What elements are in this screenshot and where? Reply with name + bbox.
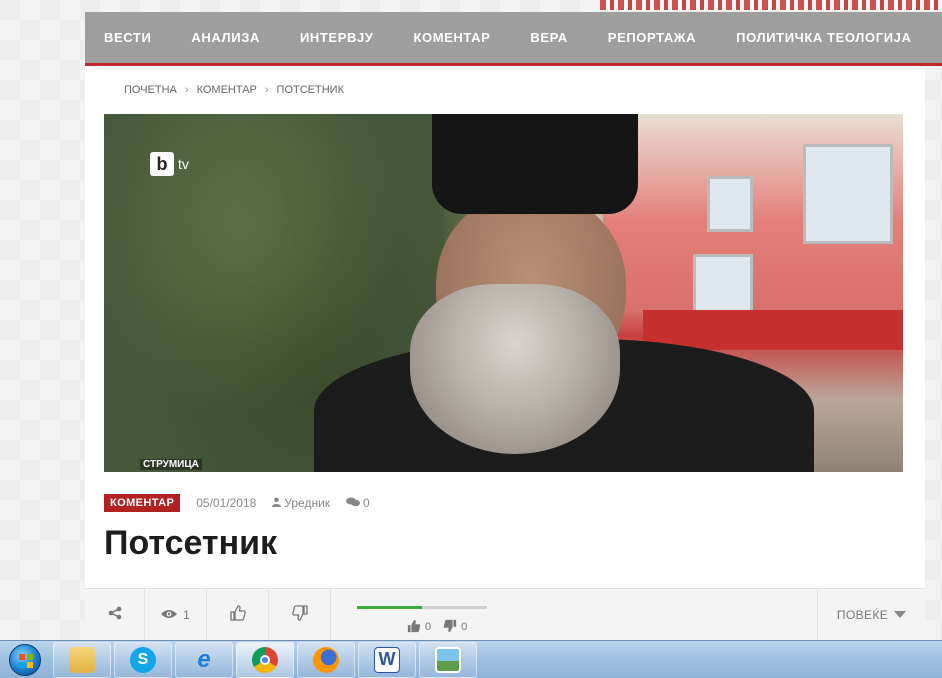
- nav-item-analiza[interactable]: АНАЛИЗА: [171, 30, 280, 45]
- taskbar-skype[interactable]: S: [114, 641, 172, 678]
- rating-bar: [357, 605, 487, 609]
- post-date: 05/01/2018: [196, 496, 256, 510]
- caret-down-icon: [894, 608, 907, 622]
- breadcrumb-category[interactable]: КОМЕНТАР: [197, 84, 257, 96]
- share-button[interactable]: [85, 588, 145, 641]
- hero-hat: [432, 114, 638, 214]
- hero-window: [693, 254, 753, 314]
- breadcrumb-current: ПОТСЕТНИК: [276, 84, 344, 96]
- category-badge[interactable]: КОМЕНТАР: [104, 494, 181, 512]
- thumbs-down-solid-icon: [443, 619, 457, 636]
- views-counter: 1: [145, 588, 207, 641]
- featured-image: b tv СТРУМИЦА: [104, 114, 903, 472]
- comments-icon: [346, 497, 361, 510]
- views-count: 1: [183, 607, 190, 622]
- article-title: Потсетник: [104, 524, 278, 562]
- thumbs-down-icon: [291, 605, 308, 624]
- btv-logo-b: b: [150, 152, 174, 176]
- more-label: ПОВЕЌЕ: [836, 607, 889, 622]
- thumbs-up-solid-icon: [407, 619, 421, 636]
- thumbs-up-icon: [229, 605, 246, 624]
- rating-widget: 0 0: [331, 589, 487, 641]
- internet-explorer-icon: e: [197, 645, 211, 673]
- taskbar-firefox[interactable]: [297, 641, 355, 678]
- rating-dislikes[interactable]: 0: [443, 619, 467, 636]
- rating-bar-fill: [357, 605, 422, 609]
- breadcrumb-separator-icon: ›: [184, 84, 189, 96]
- nav-item-politicka-teologija[interactable]: ПОЛИТИЧКА ТЕОЛОГИЈА: [716, 30, 931, 45]
- hero-awning: [643, 310, 903, 350]
- taskbar-image-viewer[interactable]: [419, 641, 477, 678]
- hero-beard: [410, 284, 620, 454]
- video-caption: СТРУМИЦА: [140, 459, 202, 470]
- like-button[interactable]: [207, 588, 269, 641]
- image-viewer-icon: [435, 646, 461, 673]
- post-author[interactable]: Уредник: [272, 496, 330, 510]
- post-comments[interactable]: 0: [346, 496, 370, 510]
- btv-logo-tv: tv: [178, 156, 189, 172]
- nav-item-reportaza[interactable]: РЕПОРТАЖА: [588, 30, 716, 45]
- header-ornament: [600, 0, 942, 10]
- user-icon: [272, 497, 282, 510]
- share-icon: [108, 606, 122, 623]
- breadcrumb-separator-icon: ›: [264, 84, 269, 96]
- breadcrumb-home[interactable]: ПОЧЕТНА: [124, 84, 177, 96]
- nav-item-komentar[interactable]: КОМЕНТАР: [393, 30, 510, 45]
- hero-window: [803, 144, 893, 244]
- hero-window: [707, 176, 753, 232]
- start-button[interactable]: [0, 641, 50, 678]
- windows-taskbar: S e W: [0, 640, 942, 678]
- dislike-button[interactable]: [269, 588, 331, 641]
- article-meta: КОМЕНТАР 05/01/2018 Уредник 0: [104, 494, 370, 512]
- post-date-text: 05/01/2018: [196, 496, 257, 510]
- taskbar-word[interactable]: W: [358, 641, 416, 678]
- taskbar-chrome[interactable]: [236, 641, 294, 678]
- chrome-icon: [252, 646, 278, 673]
- nav-item-intervju[interactable]: ИНТЕРВЈУ: [280, 30, 394, 45]
- rating-likes[interactable]: 0: [407, 619, 431, 636]
- post-author-text: Уредник: [284, 496, 331, 510]
- taskbar-internet-explorer[interactable]: e: [175, 641, 233, 678]
- firefox-icon: [313, 646, 339, 673]
- nav-item-vera[interactable]: ВЕРА: [510, 30, 587, 45]
- more-button[interactable]: ПОВЕЌЕ: [817, 588, 925, 641]
- taskbar-file-explorer[interactable]: [53, 641, 111, 678]
- btv-logo: b tv: [150, 152, 189, 176]
- rating-counts: 0 0: [407, 619, 467, 636]
- windows-logo-icon: [9, 643, 41, 676]
- nav-item-more[interactable]: НА: [931, 30, 942, 45]
- file-explorer-icon: [69, 646, 95, 673]
- post-comments-count: 0: [363, 496, 370, 510]
- rating-likes-count: 0: [425, 621, 432, 633]
- article-actions-bar: 1 0 0 ПОВЕЌЕ: [85, 588, 925, 641]
- eye-icon: [161, 608, 178, 622]
- word-icon: W: [374, 646, 400, 673]
- skype-icon: S: [130, 646, 156, 673]
- nav-item-vesti[interactable]: ВЕСТИ: [85, 30, 171, 45]
- rating-dislikes-count: 0: [461, 621, 468, 633]
- breadcrumb: ПОЧЕТНА › КОМЕНТАР › ПОТСЕТНИК: [124, 84, 344, 96]
- main-nav: ВЕСТИ АНАЛИЗА ИНТЕРВЈУ КОМЕНТАР ВЕРА РЕП…: [85, 12, 942, 66]
